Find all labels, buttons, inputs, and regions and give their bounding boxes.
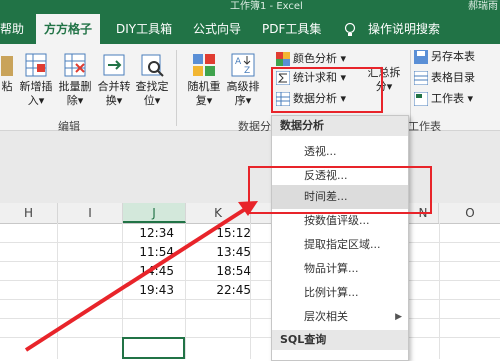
annotation-arrow-icon [24, 201, 258, 352]
